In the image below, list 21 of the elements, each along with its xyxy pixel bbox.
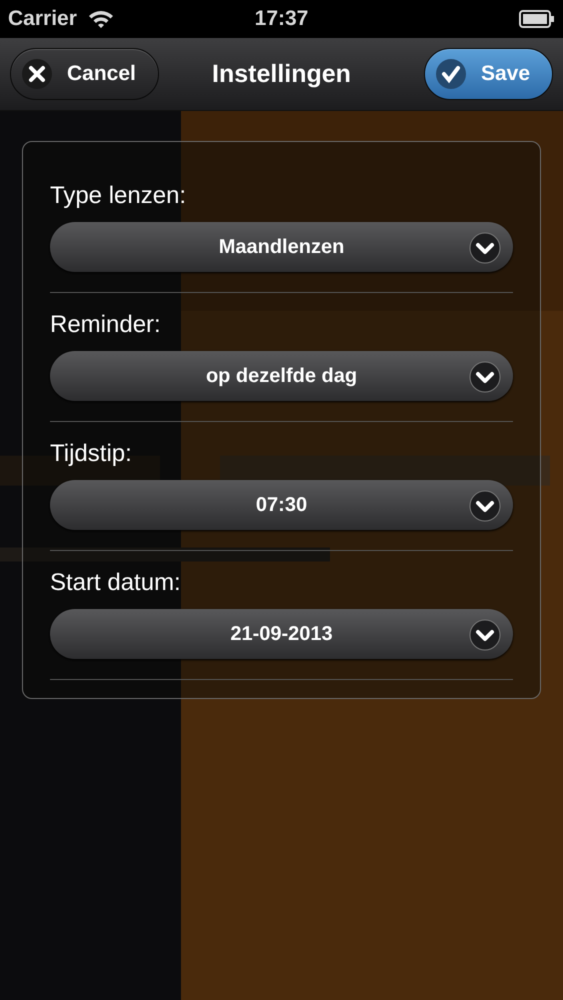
chevron-down-icon <box>469 490 501 522</box>
checkmark-icon <box>434 58 467 90</box>
dropdown-select[interactable]: 21-09-2013 <box>50 609 513 659</box>
setting-label: Reminder: <box>50 311 162 339</box>
chevron-down-icon <box>469 361 501 393</box>
screen-title: Instellingen <box>212 60 351 88</box>
cancel-button[interactable]: Cancel <box>10 48 159 100</box>
carrier-label: Carrier <box>8 7 77 31</box>
battery-icon <box>519 10 555 28</box>
dropdown-select[interactable]: op dezelfde dag <box>50 351 513 401</box>
setting-label: Tijdstip: <box>50 440 133 468</box>
chevron-down-icon <box>469 619 501 651</box>
chevron-down-icon <box>469 232 501 264</box>
dropdown-select[interactable]: 07:30 <box>50 480 513 530</box>
clock-time: 17:37 <box>254 7 308 31</box>
setting-label: Type lenzen: <box>50 182 188 210</box>
setting-label: Start datum: <box>50 569 182 597</box>
dropdown-select[interactable]: Maandlenzen <box>50 222 513 272</box>
wifi-icon <box>86 9 115 29</box>
save-button[interactable]: Save <box>424 48 553 100</box>
close-icon <box>21 58 53 90</box>
